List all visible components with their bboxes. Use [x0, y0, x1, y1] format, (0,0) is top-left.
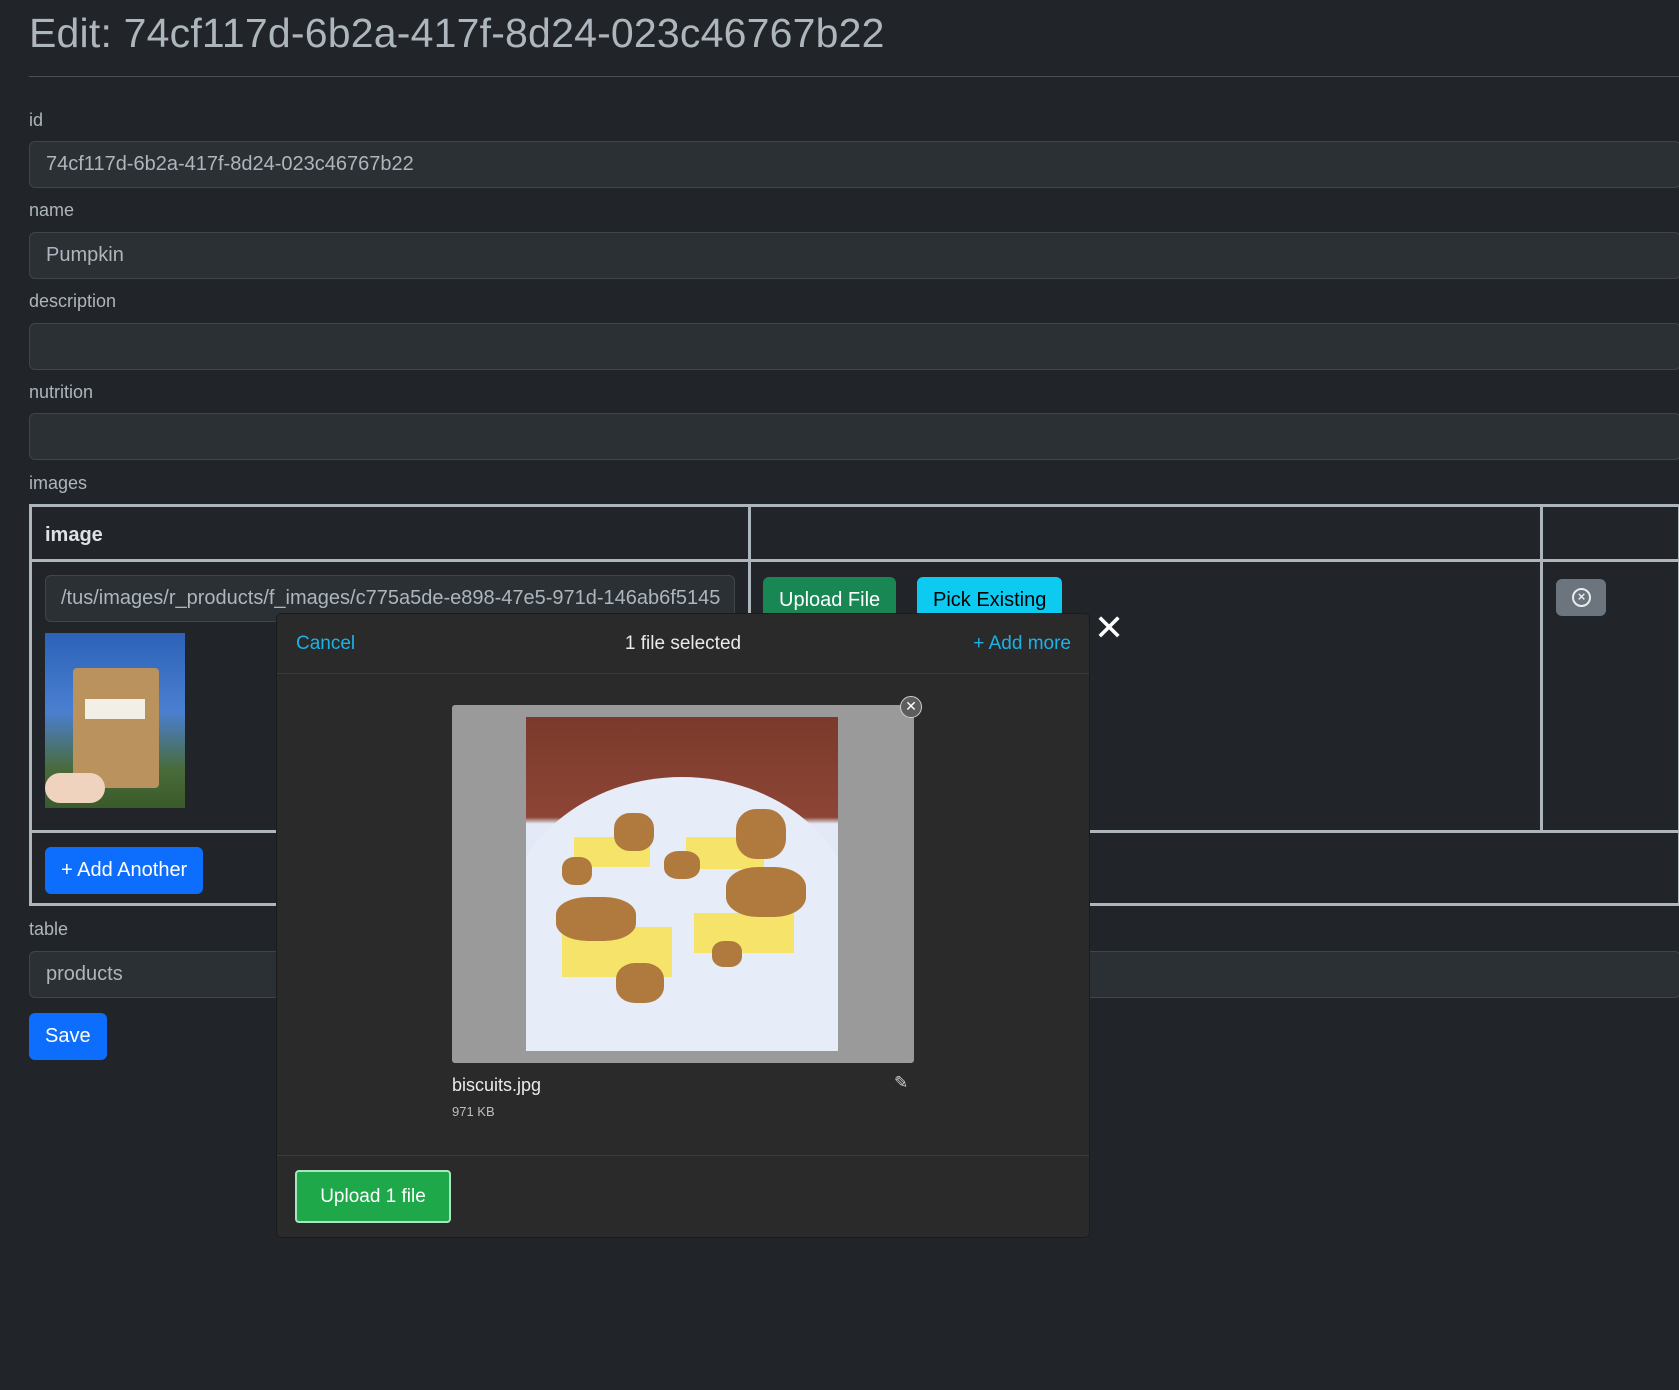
name-field[interactable]: Pumpkin	[29, 232, 1679, 279]
table-label: table	[29, 919, 69, 939]
cancel-button[interactable]: Cancel	[296, 633, 355, 655]
nutrition-field[interactable]	[29, 413, 1679, 460]
id-field[interactable]: 74cf117d-6b2a-417f-8d24-023c46767b22	[29, 141, 1679, 188]
save-button[interactable]: Save	[29, 1013, 107, 1060]
upload-modal: 1 file selected Cancel + Add more ✕ bisc…	[277, 614, 1089, 1237]
remove-file-button[interactable]: ✕	[900, 696, 922, 718]
remove-row-button[interactable]: ×	[1556, 579, 1606, 616]
image-thumbnail	[45, 633, 185, 808]
title-divider	[29, 76, 1679, 77]
description-field[interactable]	[29, 323, 1679, 370]
file-name: biscuits.jpg	[452, 1075, 542, 1095]
image-column-header: image	[45, 524, 103, 546]
nutrition-label: nutrition	[29, 382, 94, 402]
table-header-divider	[32, 559, 1678, 562]
description-label: description	[29, 291, 117, 311]
pencil-icon[interactable]: ✎	[894, 1074, 912, 1092]
id-label: id	[29, 110, 44, 130]
x-circle-icon: ×	[1572, 588, 1591, 607]
upload-files-button[interactable]: Upload 1 file	[295, 1170, 451, 1223]
file-size: 971 KB	[452, 1104, 495, 1119]
add-another-button[interactable]: + Add Another	[45, 847, 204, 894]
close-icon[interactable]: ✕	[1094, 610, 1124, 646]
close-icon: ✕	[905, 698, 917, 714]
images-label: images	[29, 473, 88, 493]
files-selected-count: 1 file selected	[624, 633, 742, 654]
modal-header: 1 file selected Cancel + Add more	[277, 614, 1089, 674]
biscuits-photo	[526, 717, 838, 1051]
file-preview	[452, 705, 914, 1063]
table-column-divider	[1540, 507, 1543, 833]
add-more-button[interactable]: + Add more	[973, 633, 1071, 655]
modal-footer-divider	[277, 1155, 1089, 1156]
name-label: name	[29, 200, 75, 220]
page-title: Edit: 74cf117d-6b2a-417f-8d24-023c46767b…	[29, 10, 885, 56]
